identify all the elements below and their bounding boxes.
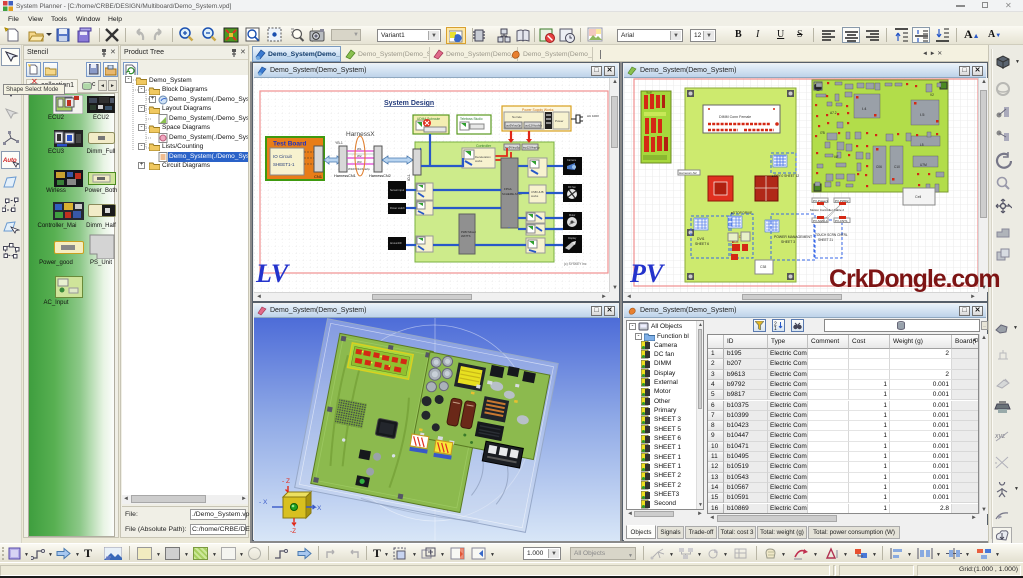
svg-text:DIMM Conn Female: DIMM Conn Female [719, 115, 751, 119]
svg-text:Power Supply Works: Power Supply Works [522, 108, 554, 112]
svg-text:works: works [475, 159, 483, 163]
svg-text:I7B: I7B [820, 131, 825, 135]
svg-text:Cell: Cell [915, 195, 921, 199]
svg-text:W1: W1 [357, 147, 362, 151]
svg-text:- Z: - Z [282, 478, 290, 485]
svg-text:SHEET 3: SHEET 3 [781, 240, 795, 244]
svg-text:IO-1: IO-1 [407, 174, 411, 181]
svg-text:W3: W3 [357, 160, 362, 164]
svg-text:FPGA: FPGA [504, 187, 512, 191]
svg-text:-Z: -Z [290, 528, 296, 535]
svg-text:WATTS: WATTS [461, 234, 471, 238]
svg-text:AC 100V: AC 100V [587, 114, 599, 118]
svg-text:YB-1: YB-1 [335, 141, 343, 145]
svg-text:CN1: CN1 [314, 174, 323, 179]
svg-text:IO Circuit: IO Circuit [273, 154, 293, 159]
svg-text:PV-CNT1: PV-CNT1 [835, 219, 848, 223]
svg-text:SHEET 21: SHEET 21 [818, 238, 833, 242]
svg-text:out12V/outVp: out12V/outVp [525, 124, 542, 128]
svg-text:Harness1-N2: Harness1-N2 [679, 171, 697, 175]
svg-text:C10: C10 [894, 165, 900, 169]
svg-text:W2: W2 [357, 154, 362, 158]
svg-text:Motor: Motor [569, 214, 576, 217]
svg-text:SHEET 6: SHEET 6 [695, 242, 709, 246]
svg-text:HarnessCN2: HarnessCN2 [369, 174, 391, 178]
svg-text:POWER MANAGEMENT: POWER MANAGEMENT [774, 235, 812, 239]
svg-text:X: X [317, 505, 322, 512]
svg-text:out5V/out3p: out5V/out3p [506, 124, 522, 128]
svg-text:Power: Power [555, 119, 564, 123]
svg-text:Test Board: Test Board [273, 141, 306, 148]
svg-text:Teleboss Studio: Teleboss Studio [460, 117, 483, 121]
svg-text:- X: - X [259, 499, 268, 506]
svg-text:A7.2: A7.2 [830, 111, 837, 115]
svg-text:LV: LV [255, 259, 291, 288]
svg-text:xyz: xyz [994, 433, 1006, 440]
svg-text:1: 1 [774, 326, 777, 330]
svg-text:▲DPY-0 SHEET 12: ▲DPY-0 SHEET 12 [771, 174, 799, 178]
svg-text:works: works [531, 194, 539, 198]
svg-text:System Design: System Design [384, 100, 434, 107]
svg-text:I.5: I.5 [920, 112, 925, 117]
svg-text:DVI1: DVI1 [697, 237, 705, 241]
svg-text:inp12V/inpVp: inp12V/inpVp [523, 146, 540, 150]
svg-text:W10/W11/Iws2p: W10/W11/Iws2p [348, 167, 370, 171]
svg-text:Norrele: Norrele [512, 115, 522, 119]
svg-text:TOUCH SCRN CNTRL: TOUCH SCRN CNTRL [815, 233, 848, 237]
svg-text:HarnessX: HarnessX [346, 131, 375, 138]
svg-text:Power switch: Power switch [390, 207, 405, 210]
svg-text:(c) SYSKEY Inc: (c) SYSKEY Inc [564, 262, 587, 266]
svg-text:L5: L5 [920, 143, 924, 147]
svg-text:Controller: Controller [476, 144, 492, 148]
svg-text:I4F: I4F [834, 155, 839, 159]
svg-text:PV: PV [629, 259, 666, 288]
svg-text:I.4: I.4 [862, 106, 867, 111]
svg-text:SHEET1-1: SHEET1-1 [273, 162, 295, 167]
svg-text:V2: V2 [930, 93, 934, 97]
svg-text:DC fan: DC fan [568, 186, 576, 189]
svg-text:AmountCF: AmountCF [390, 242, 402, 245]
svg-text:Display: Display [568, 237, 577, 240]
svg-text:Camera: Camera [567, 159, 577, 162]
svg-text:C06: C06 [876, 165, 882, 169]
svg-text:U7M: U7M [920, 163, 927, 167]
svg-text:HarnessCN1: HarnessCN1 [334, 174, 356, 178]
svg-text:C38: C38 [760, 265, 766, 269]
svg-text:x: x [995, 460, 997, 465]
svg-text:Sensor input: Sensor input [390, 189, 404, 192]
